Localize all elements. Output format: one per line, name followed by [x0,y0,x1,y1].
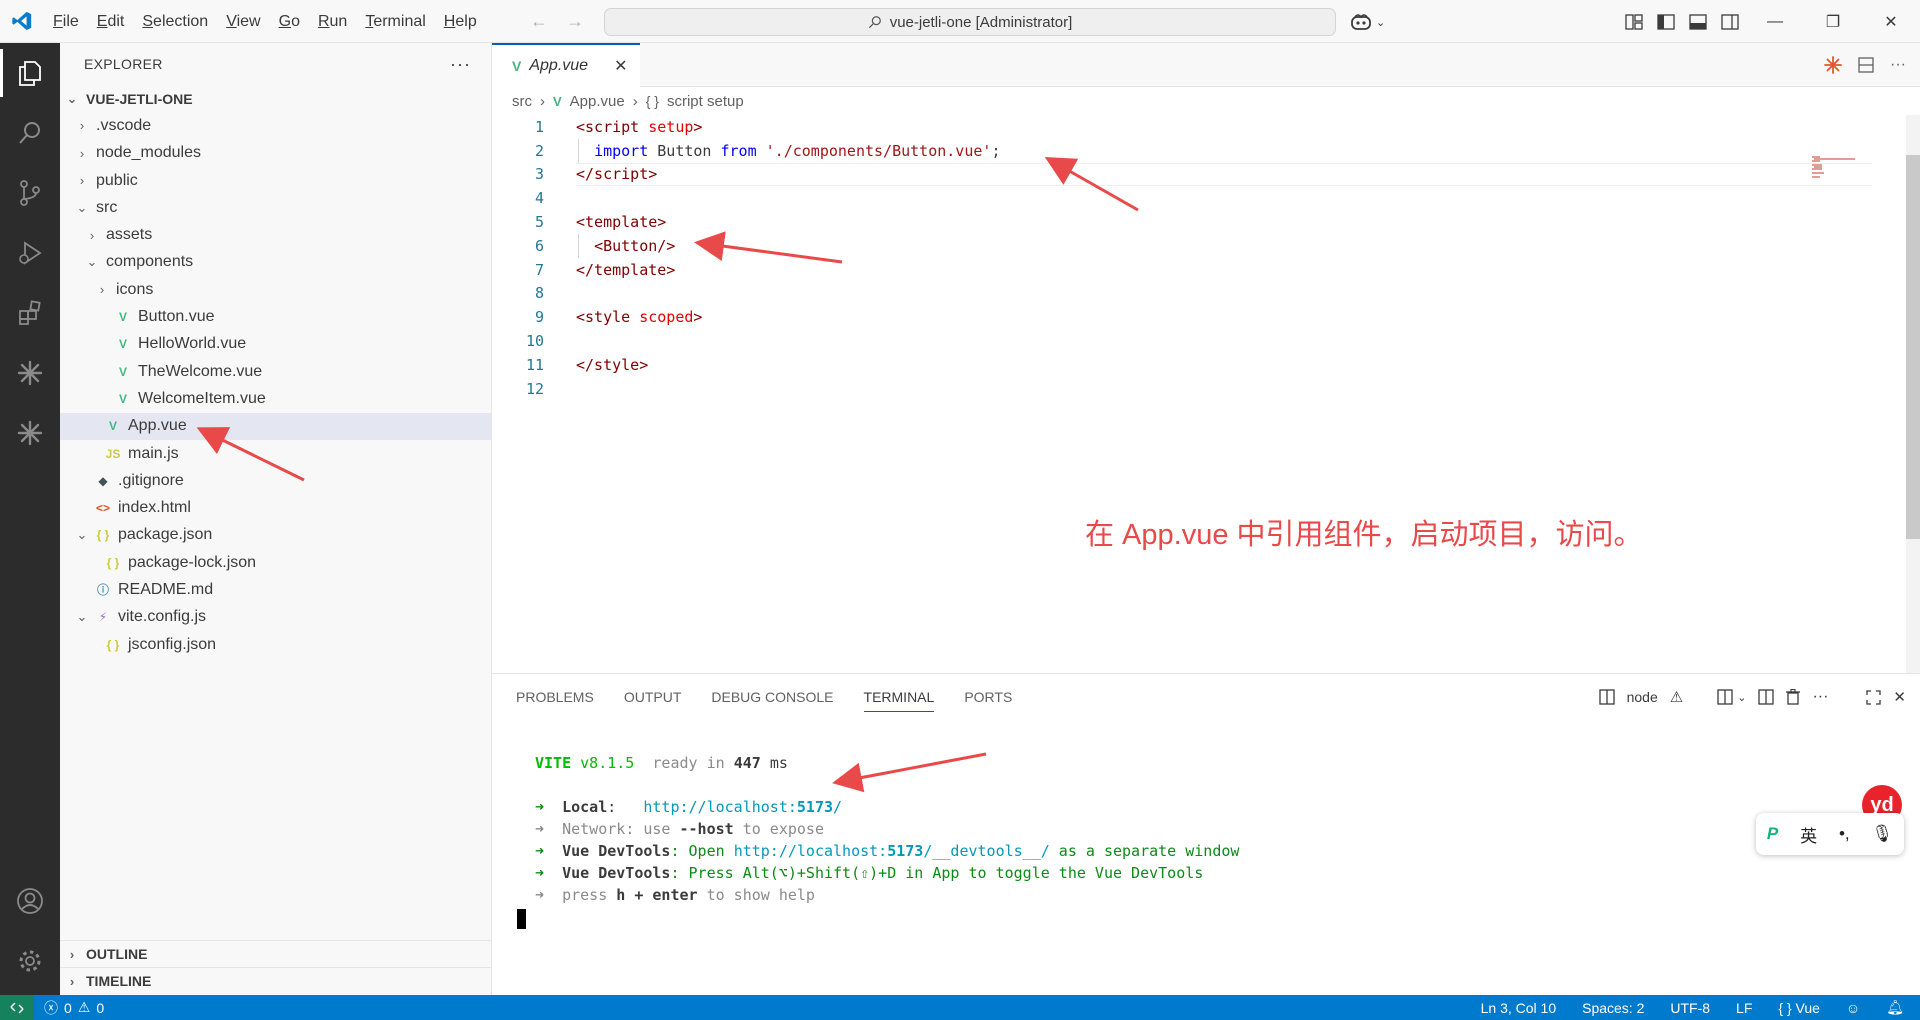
status-right: Ln 3, Col 10 Spaces: 2 UTF-8 LF { } Vue … [1481,995,1920,1020]
end-of-line[interactable]: LF [1736,1000,1752,1016]
arrow-to-button-tag [694,231,843,264]
error-count: 0 [64,999,72,1016]
language-label: Vue [1795,999,1820,1016]
braces-icon: { } [1778,999,1792,1016]
problems-status[interactable]: ⓧ 0 ⚠ 0 [34,998,104,1018]
indentation[interactable]: Spaces: 2 [1582,1000,1644,1016]
annotation-arrows [196,157,1139,793]
notifications-bell-icon[interactable]: 🔔︎ [1886,999,1904,1016]
arrow-to-import [1044,157,1139,212]
arrow-to-app-vue [196,427,305,482]
encoding[interactable]: UTF-8 [1670,1000,1710,1016]
language-mode[interactable]: { } Vue [1778,1000,1820,1016]
status-bar: ⓧ 0 ⚠ 0 Ln 3, Col 10 Spaces: 2 UTF-8 LF … [0,995,1920,1020]
warning-count: 0 [96,999,105,1016]
cursor-position[interactable]: Ln 3, Col 10 [1481,1000,1557,1016]
arrow-to-terminal [832,752,987,793]
warning-icon: ⚠ [77,999,91,1015]
error-icon: ⓧ [44,999,58,1016]
remote-indicator-icon[interactable] [0,995,34,1020]
copilot-status-icon[interactable]: ☺ [1846,1000,1860,1016]
